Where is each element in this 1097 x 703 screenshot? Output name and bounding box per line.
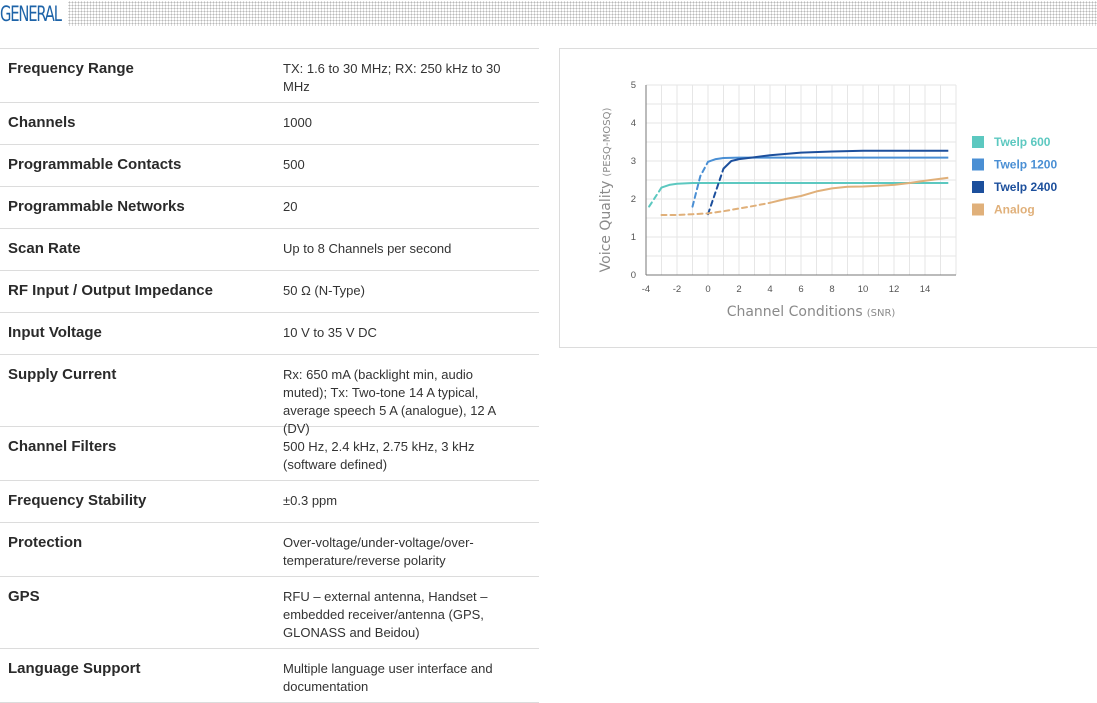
x-tick-label: 6	[798, 284, 803, 295]
x-axis-title: Channel Conditions (SNR)	[727, 304, 896, 320]
legend-label: Twelp 600	[994, 135, 1051, 149]
legend-swatch	[972, 203, 984, 216]
spec-row: Scan Rate Up to 8 Channels per second	[0, 229, 539, 271]
y-tick-label: 5	[631, 80, 636, 91]
y-axis-title-unit: (PESQ-MOSQ)	[602, 108, 613, 177]
y-tick-label: 0	[631, 270, 636, 281]
x-tick-label: -2	[673, 284, 681, 295]
spec-label: Frequency Stability	[8, 492, 147, 509]
x-axis-title-unit: (SNR)	[867, 308, 896, 319]
spec-row: Channel Filters 500 Hz, 2.4 kHz, 2.75 kHz…	[0, 427, 539, 481]
spec-row: Frequency Range TX: 1.6 to 30 MHz; RX: 25…	[0, 49, 539, 103]
legend-swatch	[972, 136, 984, 148]
x-tick-label: 2	[736, 284, 741, 295]
spec-value: 500	[283, 157, 305, 172]
spec-label: Supply Current	[8, 366, 117, 383]
spec-value: Multiple language user interface and doc…	[283, 661, 493, 694]
y-tick-label: 3	[631, 156, 636, 167]
spec-label: Protection	[8, 534, 83, 551]
spec-label: GPS	[8, 588, 40, 605]
spec-label: Input Voltage	[8, 324, 102, 341]
spec-value: 1000	[283, 115, 312, 130]
voice-quality-chart-panel: 0 1 2 3 4 5 -4 -2 0 2 4 6 8 10 12 14 Channel Conditions(…	[559, 48, 1097, 348]
spec-value: 20	[283, 199, 298, 214]
spec-value: Over-voltage/under-voltage/over-temperat…	[283, 535, 474, 568]
spec-value: Rx: 650 mA (backlight min, audio muted);…	[283, 367, 496, 436]
spec-row: Supply Current Rx: 650 mA (backlight min,…	[0, 355, 539, 436]
spec-label: RF Input / Output Impedance	[8, 282, 213, 299]
spec-value: RFU – external antenna, Handset – embedd…	[283, 589, 488, 640]
legend-label: Analog	[994, 203, 1035, 217]
legend-swatch	[972, 181, 984, 193]
spec-value: ±0.3 ppm	[283, 493, 338, 508]
spec-row: Programmable Networks 20	[0, 187, 539, 229]
spec-value: 50 Ω (N-Type)	[283, 283, 365, 298]
x-tick-label: -4	[642, 284, 650, 295]
spec-row: RF Input / Output Impedance 50 Ω (N-Type)	[0, 271, 539, 313]
x-tick-label: 12	[889, 284, 900, 295]
spec-table: Frequency Range TX: 1.6 to 30 MHz; RX: 25…	[0, 48, 539, 703]
series-line-dashed-3	[707, 167, 725, 216]
spec-label: Programmable Contacts	[8, 156, 182, 173]
spec-value: Up to 8 Channels per second	[283, 241, 452, 256]
x-tick-label: 14	[920, 284, 931, 295]
legend-label: Twelp 2400	[994, 180, 1057, 194]
spec-value: TX: 1.6 to 30 MHz; RX: 250 kHz to 30 MHz	[283, 61, 501, 94]
spec-row: Input Voltage 10 V to 35 V DC	[0, 313, 539, 355]
spec-row: Channels 1000	[0, 103, 539, 145]
x-tick-label: 10	[858, 284, 869, 295]
y-axis-title-main: Voice Quality	[598, 181, 614, 273]
section-header: GENERAL	[0, 0, 1097, 28]
voice-quality-chart: 012345-4 -2 0 2 4 6 8 10 12 14Channel Conditions(…	[598, 80, 1057, 320]
y-tick-label: 2	[631, 194, 636, 205]
legend-swatch	[972, 158, 984, 171]
y-tick-label: 1	[631, 232, 636, 243]
spec-label: Frequency Range	[8, 60, 134, 77]
x-tick-label: 0	[705, 284, 710, 295]
y-axis-title: Voice Quality (PESQ-MOSQ)	[598, 108, 614, 273]
spec-label: Programmable Networks	[8, 198, 185, 215]
series-line-dashed-1	[648, 186, 663, 208]
spec-row: Programmable Contacts 500	[0, 145, 539, 187]
series-line-dashed-2	[691, 160, 709, 208]
spec-row: Frequency Stability ±0.3 ppm	[0, 481, 539, 523]
spec-row: Protection Over-voltage/under-voltage/ove…	[0, 523, 539, 577]
section-title: GENERAL	[0, 2, 62, 26]
legend-label: Twelp 1200	[994, 158, 1057, 172]
series-line-3	[722, 149, 949, 170]
x-tick-label: 8	[829, 284, 834, 295]
spec-row: Language Support Multiple language user i…	[0, 649, 539, 703]
spec-value: 10 V to 35 V DC	[283, 325, 377, 340]
spec-label: Scan Rate	[8, 240, 81, 257]
series-line-dashed-4	[660, 201, 771, 216]
spec-label: Channel Filters	[8, 438, 117, 455]
header-dotted-rule	[68, 1, 1097, 26]
y-tick-label: 4	[631, 118, 636, 129]
x-tick-label: 4	[767, 284, 772, 295]
spec-value: 500 Hz, 2.4 kHz, 2.75 kHz, 3 kHz (softwa…	[283, 439, 475, 472]
x-axis-title-main: Channel Conditions	[727, 304, 863, 320]
spec-row: GPS RFU – external antenna, Handset – emb…	[0, 577, 539, 649]
spec-label: Language Support	[8, 660, 141, 677]
spec-label: Channels	[8, 114, 76, 131]
